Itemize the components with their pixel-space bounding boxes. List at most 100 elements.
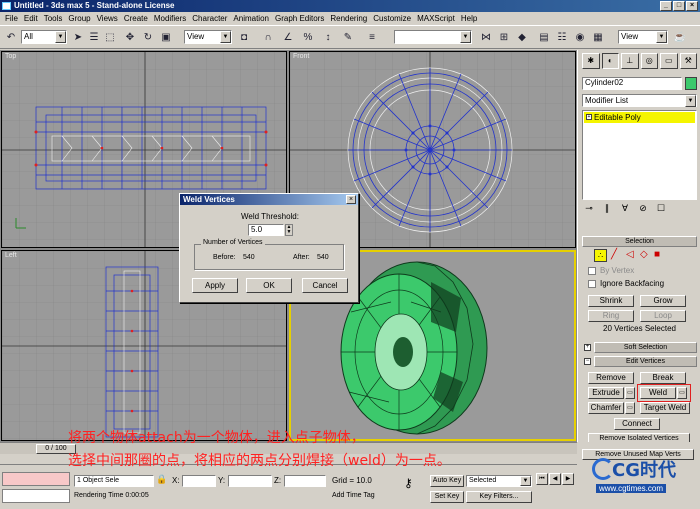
add-time-tag-button[interactable]: Add Time Tag [332,492,375,499]
element-mode-icon[interactable]: ■ [654,249,660,260]
render-type-dropdown[interactable]: View ▼ [618,30,668,44]
set-key-button[interactable]: Set Key [430,491,464,503]
z-coord-field[interactable] [284,475,326,487]
previous-frame-icon[interactable]: ◀ [549,473,561,485]
remove-modifier-icon[interactable]: ⊘ [636,203,650,219]
selection-rollout[interactable]: Selection [582,236,697,247]
configure-sets-icon[interactable]: ☐ [654,203,668,219]
make-unique-icon[interactable]: ∀ [618,203,632,219]
connect-button[interactable]: Connect [614,418,660,430]
material-editor-icon[interactable]: ◉ [572,29,588,46]
extrude-button[interactable]: Extrude [588,387,624,399]
play-icon[interactable]: ▶ [562,473,574,485]
minimize-button[interactable]: _ [660,1,672,11]
key-filters-button[interactable]: Key Filters... [466,491,532,503]
selection-filter-dropdown[interactable]: All ▼ [21,30,67,44]
expand-icon[interactable]: + [586,114,592,120]
reference-coordinate-dropdown[interactable]: View ▼ [184,30,232,44]
align-icon[interactable]: ⊞ [496,29,512,46]
mirror-icon[interactable]: ⋈ [478,29,494,46]
menu-customize[interactable]: Customize [370,12,414,25]
percent-snap-icon[interactable]: % [300,29,316,46]
shrink-button[interactable]: Shrink [588,295,634,307]
ok-button[interactable]: OK [246,278,292,293]
ring-button[interactable]: Ring [588,310,634,322]
schematic-view-icon[interactable]: ☷ [554,29,570,46]
pin-stack-icon[interactable]: ⊸ [582,203,596,219]
menu-animation[interactable]: Animation [230,12,272,25]
remove-button[interactable]: Remove [588,372,634,384]
stack-item-editable-poly[interactable]: Editable Poly [584,112,695,123]
weld-threshold-input[interactable]: 5.0 [248,224,284,236]
polygon-mode-icon[interactable]: ◇ [640,249,648,260]
object-name-input[interactable]: Cylinder02 [582,77,682,90]
menu-create[interactable]: Create [121,12,151,25]
region-select-icon[interactable]: ⬚ [102,29,118,46]
snap-icon[interactable]: ∩ [260,29,276,46]
chamfer-button[interactable]: Chamfer [588,402,624,414]
close-button[interactable]: × [686,1,698,11]
x-coord-field[interactable] [182,475,216,487]
menu-maxscript[interactable]: MAXScript [414,12,458,25]
grow-button[interactable]: Grow [640,295,686,307]
break-button[interactable]: Break [640,372,686,384]
chamfer-settings-icon[interactable]: ▭ [625,402,635,414]
modifier-list-dropdown[interactable]: Modifier List ▼ [582,94,697,107]
menu-group[interactable]: Group [65,12,93,25]
by-vertex-checkbox[interactable] [588,267,596,275]
curve-editor-icon[interactable]: ▤ [536,29,552,46]
render-scene-icon[interactable]: ▦ [590,29,606,46]
modify-tab-icon[interactable]: ◐ [601,53,619,69]
dialog-close-icon[interactable]: × [346,195,356,204]
menu-file[interactable]: File [2,12,21,25]
hierarchy-tab-icon[interactable]: ⊥ [621,53,639,69]
pivot-icon[interactable]: ◘ [236,29,252,46]
edit-vertices-rollout[interactable]: Edit Vertices [594,356,697,367]
loop-button[interactable]: Loop [640,310,686,322]
cancel-button[interactable]: Cancel [302,278,348,293]
object-color-swatch[interactable] [685,77,697,90]
show-end-result-icon[interactable]: ∥ [600,203,614,219]
menu-views[interactable]: Views [94,12,121,25]
create-tab-icon[interactable]: ✱ [582,53,600,69]
scale-icon[interactable]: ▣ [158,29,174,46]
soft-selection-rollout[interactable]: Soft Selection [594,342,697,353]
lock-selection-icon[interactable]: 🔒 [156,474,167,485]
angle-snap-icon[interactable]: ∠ [280,29,296,46]
auto-key-button[interactable]: Auto Key [430,475,464,487]
go-to-start-icon[interactable]: ⏮ [536,473,548,485]
target-weld-button[interactable]: Target Weld [640,402,690,414]
key-mode-dropdown[interactable]: Selected ▼ [466,475,532,487]
extrude-settings-icon[interactable]: ▭ [625,387,635,399]
maximize-button[interactable]: □ [673,1,685,11]
undo-icon[interactable]: ↶ [3,29,19,46]
utilities-tab-icon[interactable]: ⚒ [679,53,697,69]
named-selection-icon[interactable]: ✎ [340,29,356,46]
edit-vertices-collapse-icon[interactable]: − [584,358,591,365]
ignore-backfacing-checkbox[interactable] [588,280,596,288]
motion-tab-icon[interactable]: ◎ [640,53,658,69]
layer-icon[interactable]: ◆ [514,29,530,46]
soft-selection-expand-icon[interactable]: + [584,344,591,351]
maxscript-input[interactable] [2,489,70,503]
menu-help[interactable]: Help [458,12,480,25]
apply-button[interactable]: Apply [192,278,238,293]
key-icon[interactable]: ⚷ [404,476,413,490]
move-icon[interactable]: ✥ [122,29,138,46]
select-object-icon[interactable]: ➤ [70,29,86,46]
menu-tools[interactable]: Tools [41,12,66,25]
menu-modifiers[interactable]: Modifiers [151,12,189,25]
menu-character[interactable]: Character [189,12,230,25]
vertex-mode-icon[interactable]: ∴ [594,249,607,262]
spinner-snap-icon[interactable]: ↕ [320,29,336,46]
y-coord-field[interactable] [228,475,272,487]
menu-graph-editors[interactable]: Graph Editors [272,12,327,25]
quick-render-icon[interactable]: ☕ [672,29,688,46]
border-mode-icon[interactable]: ◁ [626,249,634,260]
maxscript-listener[interactable] [2,472,70,486]
menu-edit[interactable]: Edit [21,12,41,25]
edge-mode-icon[interactable]: ╱ [611,249,617,260]
rotate-icon[interactable]: ↻ [140,29,156,46]
named-selection-dropdown[interactable]: ▼ [394,30,472,44]
display-tab-icon[interactable]: ▭ [660,53,678,69]
